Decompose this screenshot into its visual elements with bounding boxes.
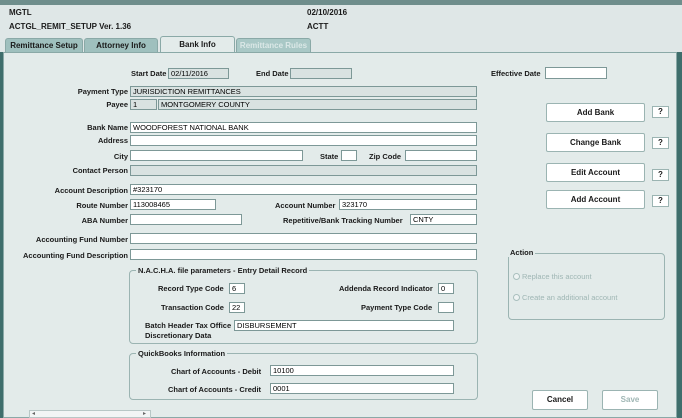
add-bank-button[interactable]: Add Bank xyxy=(546,103,645,122)
aba-number-label: ABA Number xyxy=(81,216,128,225)
edit-account-button[interactable]: Edit Account xyxy=(546,163,645,182)
tracking-number-label: Repetitive/Bank Tracking Number xyxy=(283,216,403,225)
tab-bank-info[interactable]: Bank Info xyxy=(160,36,235,52)
change-bank-button[interactable]: Change Bank xyxy=(546,133,645,152)
end-date-label: End Date xyxy=(256,69,289,78)
fund-number-field[interactable] xyxy=(130,233,477,244)
batch-header-label: Batch Header Tax Office xyxy=(145,321,232,330)
nacha-title: N.A.C.H.A. file parameters - Entry Detai… xyxy=(136,266,310,275)
city-field[interactable] xyxy=(130,150,303,161)
addenda-label: Addenda Record Indicator xyxy=(339,284,433,293)
zip-label: Zip Code xyxy=(369,152,402,161)
tab-remittance-rules[interactable]: Remittance Rules xyxy=(236,38,311,52)
route-number-field[interactable]: 113008465 xyxy=(130,199,216,210)
fund-number-label: Accounting Fund Number xyxy=(35,235,128,244)
horizontal-scrollbar[interactable]: ◂ ▸ xyxy=(29,410,151,418)
payee-label: Payee xyxy=(106,100,128,109)
change-bank-help-button[interactable]: ? xyxy=(652,137,669,149)
transaction-code-field[interactable]: 22 xyxy=(229,302,245,313)
setup-version: ACTGL_REMIT_SETUP Ver. 1.36 xyxy=(9,22,132,31)
replace-account-radio[interactable] xyxy=(513,273,520,280)
transaction-code-label: Transaction Code xyxy=(161,303,224,312)
start-date-field[interactable]: 02/11/2016 xyxy=(168,68,229,79)
account-description-label: Account Description xyxy=(54,186,128,195)
payment-type-label: Payment Type xyxy=(77,87,128,96)
record-type-label: Record Type Code xyxy=(158,284,224,293)
account-description-field[interactable]: #323170 xyxy=(130,184,477,195)
route-number-label: Route Number xyxy=(76,201,128,210)
account-number-field[interactable]: 323170 xyxy=(339,199,477,210)
addenda-field[interactable]: 0 xyxy=(438,283,454,294)
state-label: State xyxy=(320,152,339,161)
contact-field[interactable] xyxy=(130,165,477,176)
city-label: City xyxy=(113,152,128,161)
action-group xyxy=(508,253,665,320)
payment-type-code-field[interactable] xyxy=(438,302,454,313)
effective-date-label: Effective Date xyxy=(491,69,541,78)
batch-header-field[interactable]: DISBURSEMENT xyxy=(234,320,454,331)
action-title: Action xyxy=(508,248,536,257)
header-date: 02/10/2016 xyxy=(307,8,348,17)
save-button[interactable]: Save xyxy=(602,390,658,410)
record-type-field[interactable]: 6 xyxy=(229,283,245,294)
add-bank-help-button[interactable]: ? xyxy=(652,106,669,118)
add-account-help-button[interactable]: ? xyxy=(652,195,669,207)
cancel-button[interactable]: Cancel xyxy=(532,390,588,410)
create-account-radio[interactable] xyxy=(513,294,520,301)
discretionary-data-label: Discretionary Data xyxy=(145,331,212,340)
account-number-label: Account Number xyxy=(275,201,336,210)
payment-type-field[interactable]: JURISDICTION REMITTANCES xyxy=(130,86,477,97)
add-account-button[interactable]: Add Account xyxy=(546,190,645,209)
header-bar: MGTL 02/10/2016 ACTGL_REMIT_SETUP Ver. 1… xyxy=(0,5,682,35)
debit-field[interactable]: 10100 xyxy=(270,365,454,376)
payee-code-field[interactable]: 1 xyxy=(130,99,157,110)
fund-description-field[interactable] xyxy=(130,249,477,260)
edit-account-help-button[interactable]: ? xyxy=(652,169,669,181)
debit-label: Chart of Accounts - Debit xyxy=(171,367,262,376)
bank-name-label: Bank Name xyxy=(87,123,128,132)
quickbooks-title: QuickBooks Information xyxy=(136,349,228,358)
credit-label: Chart of Accounts - Credit xyxy=(168,385,262,394)
tab-attorney-info[interactable]: Attorney Info xyxy=(84,38,158,52)
payee-name-field[interactable]: MONTGOMERY COUNTY xyxy=(158,99,477,110)
state-field[interactable] xyxy=(341,150,357,161)
payment-type-code-label: Payment Type Code xyxy=(361,303,433,312)
scroll-left-arrow-icon[interactable]: ◂ xyxy=(32,411,35,417)
tab-remittance-setup[interactable]: Remittance Setup xyxy=(5,38,83,52)
address-label: Address xyxy=(97,136,128,145)
end-date-field[interactable] xyxy=(290,68,352,79)
scroll-right-arrow-icon[interactable]: ▸ xyxy=(143,411,146,417)
contact-label: Contact Person xyxy=(72,166,128,175)
start-date-label: Start Date xyxy=(131,69,167,78)
header-status: ACTT xyxy=(307,22,329,31)
app-name: MGTL xyxy=(9,8,32,17)
address-field[interactable] xyxy=(130,135,477,146)
bank-name-field[interactable]: WOODFOREST NATIONAL BANK xyxy=(130,122,477,133)
tracking-number-field[interactable]: CNTY xyxy=(410,214,477,225)
replace-account-label: Replace this account xyxy=(522,272,592,281)
credit-field[interactable]: 0001 xyxy=(270,383,454,394)
zip-field[interactable] xyxy=(405,150,477,161)
aba-number-field[interactable] xyxy=(130,214,242,225)
fund-description-label: Accounting Fund Description xyxy=(23,251,128,260)
effective-date-field[interactable] xyxy=(545,67,607,79)
create-account-label: Create an additional account xyxy=(522,293,618,302)
